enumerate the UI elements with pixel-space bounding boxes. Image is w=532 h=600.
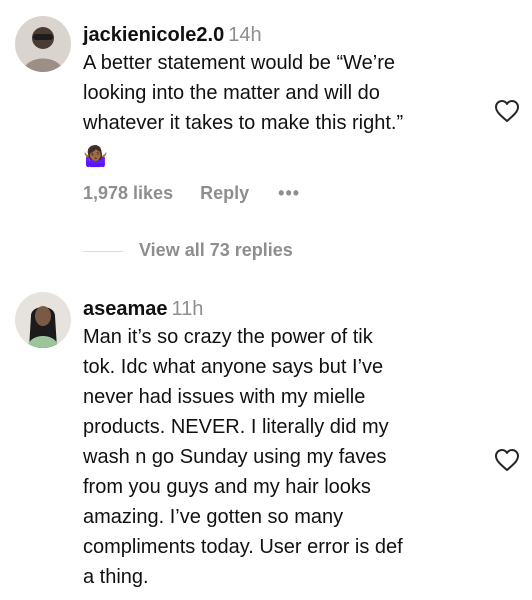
reply-button[interactable]: Reply xyxy=(200,183,249,204)
comment-text-line: compliments today. User error is def xyxy=(83,536,403,558)
more-options-icon[interactable]: ••• xyxy=(278,183,300,204)
comment-text: Man it’s so crazy the power of tik tok. … xyxy=(83,322,483,592)
comment-text-line: never had issues with my mielle xyxy=(83,386,366,408)
view-replies-button[interactable]: View all 73 replies xyxy=(83,240,293,261)
heart-outline-icon[interactable] xyxy=(494,448,520,472)
comment-text-line: tok. Idc what anyone says but I’ve xyxy=(83,356,384,378)
comment-text-line: Man it’s so crazy the power of tik xyxy=(83,326,373,348)
comment-text-line: a thing. xyxy=(83,566,149,588)
comment-text-line: whatever it takes to make this right.” xyxy=(83,112,404,134)
avatar[interactable] xyxy=(15,292,71,348)
comment-text: A better statement would be “We’re looki… xyxy=(83,48,483,172)
comment-username[interactable]: jackienicole2.0 xyxy=(83,24,224,46)
comment-time: 14h xyxy=(228,24,262,46)
avatar[interactable] xyxy=(15,16,71,72)
comment-text-line: A better statement would be “We’re xyxy=(83,52,396,74)
heart-outline-icon[interactable] xyxy=(494,99,520,123)
shrug-emoji: 🤷🏾‍♀️ xyxy=(83,146,108,168)
comment-text-line: from you guys and my hair looks xyxy=(83,476,371,498)
comment-username[interactable]: aseamae xyxy=(83,298,168,320)
comment-text-line: wash n go Sunday using my faves xyxy=(83,446,387,468)
comment-text-line: amazing. I’ve gotten so many xyxy=(83,506,344,528)
comment-time: 11h xyxy=(171,298,204,320)
view-replies-label: View all 73 replies xyxy=(139,240,293,260)
likes-count[interactable]: 1,978 likes xyxy=(83,183,173,204)
replies-divider xyxy=(83,250,123,252)
comment-text-line: looking into the matter and will do xyxy=(83,82,380,104)
comment-text-line: products. NEVER. I literally did my xyxy=(83,416,389,438)
